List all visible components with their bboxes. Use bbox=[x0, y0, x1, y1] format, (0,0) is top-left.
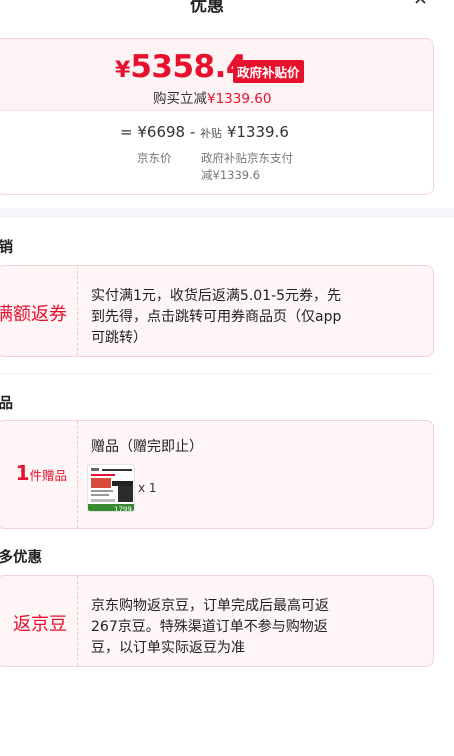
final-price-value: 5358.4 bbox=[130, 49, 247, 85]
gift-product-thumbnail[interactable]: 1799 bbox=[87, 464, 135, 512]
promo-tag-area: 满额返券 bbox=[0, 266, 78, 356]
final-price: ¥5358.4 bbox=[115, 49, 247, 85]
currency-symbol: ¥ bbox=[115, 58, 131, 83]
immediate-reduction-amount: ¥1339.60 bbox=[207, 91, 272, 107]
section-gap bbox=[0, 208, 454, 218]
equals-sign: = bbox=[120, 123, 133, 141]
subsidy-label: 补贴 bbox=[200, 127, 223, 140]
jd-price: ¥6698 bbox=[137, 123, 186, 141]
subsidy-caption-line1: 政府补贴京东支付 bbox=[201, 151, 293, 165]
jingdou-description-line: 豆，以订单实际返豆为准 bbox=[91, 640, 245, 656]
gift-product-image: 1799 bbox=[88, 465, 134, 513]
promo-card[interactable]: 满额返券 实付满1元，收货后返满5.01-5元券，先 到先得，点击跳转可用券商品… bbox=[0, 265, 434, 357]
promo-description-line: 可跳转） bbox=[91, 330, 147, 346]
promo-description-line: 到先得，点击跳转可用券商品页（仅app bbox=[91, 309, 342, 325]
promo-tag: 满额返券 bbox=[0, 304, 67, 325]
subsidy-amount: ¥1339.6 bbox=[226, 123, 289, 141]
gift-card[interactable]: 1件赠品 赠品（赠完即止） 1799 x 1 bbox=[0, 420, 434, 529]
jingdou-tag: 返京豆 bbox=[13, 614, 67, 635]
price-calculation: = ¥6698 - 补贴 ¥1339.6 bbox=[120, 123, 289, 141]
section-title-more: 更多优惠 bbox=[0, 550, 42, 566]
gift-count-area: 1件赠品 bbox=[0, 421, 78, 528]
subsidy-price-badge: 政府补贴价 bbox=[233, 60, 304, 83]
immediate-reduction-label: 购买立减 bbox=[153, 91, 207, 107]
jingdou-card[interactable]: 返京豆 京东购物返京豆，订单完成后最高可返 267京豆。特殊渠道订单不参与购物返… bbox=[0, 575, 434, 667]
gift-quantity: x 1 bbox=[138, 481, 157, 495]
section-title-promo: 促销 bbox=[0, 240, 13, 256]
section-title-gift: 赠品 bbox=[0, 396, 13, 412]
jingdou-description-line: 267京豆。特殊渠道订单不参与购物返 bbox=[91, 619, 328, 635]
gift-count-number: 1 bbox=[15, 461, 30, 485]
jd-price-caption: 京东价 bbox=[137, 151, 172, 165]
divider bbox=[0, 373, 434, 374]
jingdou-description: 京东购物返京豆，订单完成后最高可返 267京豆。特殊渠道订单不参与购物返 豆，以… bbox=[91, 596, 426, 659]
price-summary-top: ¥5358.4 政府补贴价 购买立减¥1339.60 bbox=[0, 39, 433, 111]
price-summary-card: ¥5358.4 政府补贴价 购买立减¥1339.60 = ¥6698 - 补贴 … bbox=[0, 38, 434, 195]
immediate-reduction: 购买立减¥1339.60 bbox=[153, 87, 271, 107]
close-icon[interactable] bbox=[412, 0, 434, 12]
promo-description: 实付满1元，收货后返满5.01-5元券，先 到先得，点击跳转可用券商品页（仅ap… bbox=[91, 286, 426, 349]
jingdou-tag-area: 返京豆 bbox=[0, 576, 78, 666]
gift-count: 1件赠品 bbox=[16, 461, 67, 485]
gift-count-unit: 件赠品 bbox=[29, 468, 67, 483]
promo-description-line: 实付满1元，收货后返满5.01-5元券，先 bbox=[91, 288, 342, 304]
dialog-title: 优惠 bbox=[190, 0, 224, 16]
jingdou-description-line: 京东购物返京豆，订单完成后最高可返 bbox=[91, 598, 329, 614]
subsidy-caption-line2: 减¥1339.6 bbox=[201, 168, 261, 182]
gift-heading: 赠品（赠完即止） bbox=[91, 439, 203, 455]
minus-sign: - bbox=[189, 123, 196, 141]
gift-thumb-price: 1799 bbox=[114, 506, 132, 513]
